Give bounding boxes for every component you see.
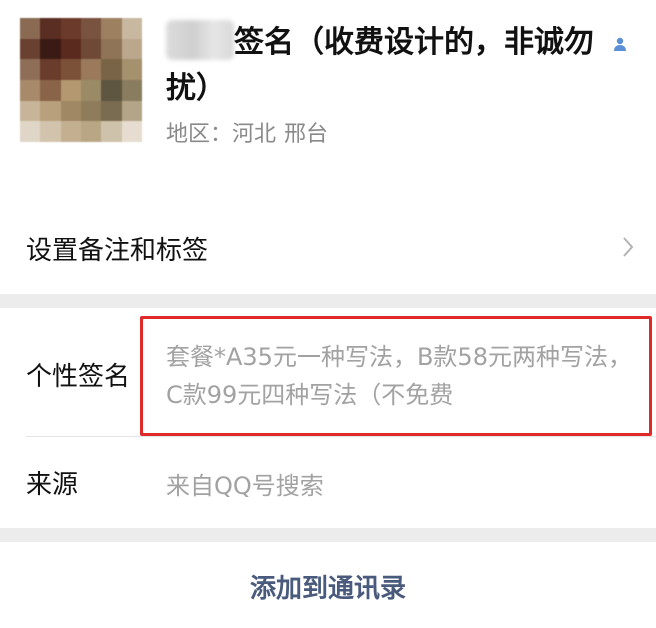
avatar[interactable] bbox=[20, 18, 142, 142]
signature-highlight-box bbox=[140, 316, 652, 436]
action-card: 添加到通讯录 bbox=[0, 542, 656, 628]
region-label: 地区： bbox=[166, 122, 233, 147]
region: 地区：河北 邢台 bbox=[166, 116, 328, 148]
person-icon bbox=[614, 37, 626, 51]
profile-card: 签名（收费设计的，非诚勿扰） 地区：河北 邢台 bbox=[0, 0, 656, 201]
set-remark-label: 设置备注和标签 bbox=[26, 236, 209, 266]
set-remark-row[interactable]: 设置备注和标签 bbox=[0, 200, 656, 294]
source-label: 来源 bbox=[26, 470, 79, 500]
row-divider bbox=[26, 436, 656, 437]
chevron-right-icon bbox=[623, 237, 634, 257]
region-city: 邢台 bbox=[284, 122, 329, 147]
source-value: 来自QQ号搜索 bbox=[166, 472, 324, 500]
region-province: 河北 bbox=[232, 122, 277, 147]
add-to-contacts-button[interactable]: 添加到通讯录 bbox=[0, 568, 656, 605]
nickname: 签名（收费设计的，非诚勿扰） bbox=[166, 25, 594, 106]
details-card: 个性签名 套餐*A35元一种写法，B款58元两种写法，C款99元四种写法（不免费… bbox=[0, 308, 656, 528]
signature-label: 个性签名 bbox=[26, 362, 131, 392]
